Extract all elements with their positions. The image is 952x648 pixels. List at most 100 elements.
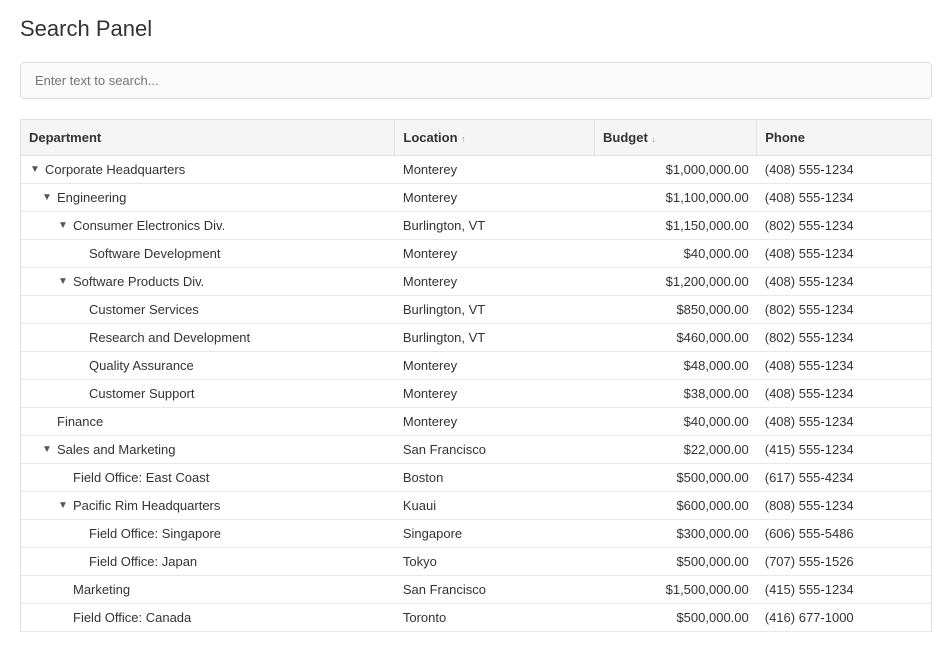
- tree-toggle-icon: [73, 248, 85, 260]
- column-header-budget[interactable]: Budget ↓: [595, 120, 757, 156]
- dept-cell: Software Development: [21, 240, 395, 268]
- location-cell: Toronto: [395, 604, 595, 632]
- budget-cell: $300,000.00: [595, 520, 757, 548]
- phone-cell: (408) 555-1234: [757, 352, 932, 380]
- dept-cell: Finance: [21, 408, 395, 436]
- table-row: Software DevelopmentMonterey$40,000.00(4…: [21, 240, 932, 268]
- budget-cell: $22,000.00: [595, 436, 757, 464]
- tree-toggle-icon[interactable]: ▼: [57, 276, 69, 288]
- budget-cell: $40,000.00: [595, 240, 757, 268]
- dept-cell: Field Office: Canada: [21, 604, 395, 632]
- table-row: Field Office: Singapore Singapore$300,000…: [21, 520, 932, 548]
- table-row: Field Office: Canada Toronto$500,000.00(4…: [21, 604, 932, 632]
- table-row: Finance Monterey$40,000.00(408) 555-1234: [21, 408, 932, 436]
- table-row: ▼Sales and MarketingSan Francisco$22,000…: [21, 436, 932, 464]
- location-cell: Burlington, VT: [395, 212, 595, 240]
- dept-name: Finance: [57, 414, 103, 429]
- budget-cell: $40,000.00: [595, 408, 757, 436]
- sort-desc-icon: ↓: [651, 134, 656, 144]
- location-cell: Tokyo: [395, 548, 595, 576]
- table-row: Quality AssuranceMonterey$48,000.00(408)…: [21, 352, 932, 380]
- table-row: Customer SupportMonterey$38,000.00(408) …: [21, 380, 932, 408]
- budget-cell: $48,000.00: [595, 352, 757, 380]
- phone-cell: (416) 677-1000: [757, 604, 932, 632]
- dept-name: Field Office: Canada: [73, 610, 191, 625]
- location-cell: Monterey: [395, 352, 595, 380]
- location-cell: Burlington, VT: [395, 324, 595, 352]
- phone-cell: (617) 555-4234: [757, 464, 932, 492]
- tree-toggle-icon: [73, 360, 85, 372]
- tree-toggle-icon: [57, 612, 69, 624]
- dept-cell: Field Office: Singapore: [21, 520, 395, 548]
- budget-cell: $500,000.00: [595, 604, 757, 632]
- phone-cell: (408) 555-1234: [757, 408, 932, 436]
- table-row: Research and Development Burlington, VT$4…: [21, 324, 932, 352]
- phone-cell: (408) 555-1234: [757, 240, 932, 268]
- dept-cell: Research and Development: [21, 324, 395, 352]
- dept-cell: Customer Support: [21, 380, 395, 408]
- phone-cell: (802) 555-1234: [757, 212, 932, 240]
- phone-cell: (606) 555-5486: [757, 520, 932, 548]
- dept-name: Field Office: Singapore: [89, 526, 221, 541]
- phone-cell: (415) 555-1234: [757, 576, 932, 604]
- table-row: ▼Pacific Rim HeadquartersKuaui$600,000.0…: [21, 492, 932, 520]
- dept-cell: ▼Software Products Div.: [21, 268, 395, 296]
- dept-name: Engineering: [57, 190, 126, 205]
- location-cell: Boston: [395, 464, 595, 492]
- dept-cell: ▼ Engineering: [21, 184, 395, 212]
- budget-cell: $1,150,000.00: [595, 212, 757, 240]
- tree-toggle-icon: [73, 556, 85, 568]
- budget-cell: $1,100,000.00: [595, 184, 757, 212]
- phone-cell: (408) 555-1234: [757, 268, 932, 296]
- search-input[interactable]: [20, 62, 932, 99]
- column-header-phone: Phone: [757, 120, 932, 156]
- tree-toggle-icon[interactable]: ▼: [57, 500, 69, 512]
- dept-name: Research and Development: [89, 330, 250, 345]
- tree-toggle-icon[interactable]: ▼: [41, 444, 53, 456]
- table-row: Marketing San Francisco$1,500,000.00(415)…: [21, 576, 932, 604]
- budget-cell: $460,000.00: [595, 324, 757, 352]
- tree-toggle-icon: [73, 332, 85, 344]
- budget-cell: $500,000.00: [595, 548, 757, 576]
- table-row: ▼Software Products Div.Monterey$1,200,00…: [21, 268, 932, 296]
- tree-toggle-icon[interactable]: ▼: [41, 192, 53, 204]
- table-header-row: Department Location ↑ Budget ↓ Phone: [21, 120, 932, 156]
- dept-cell: ▼ Pacific Rim Headquarters: [21, 492, 395, 520]
- location-cell: Monterey: [395, 184, 595, 212]
- table-row: ▼Corporate HeadquartersMonterey$1,000,00…: [21, 156, 932, 184]
- column-header-department: Department: [21, 120, 395, 156]
- budget-cell: $1,200,000.00: [595, 268, 757, 296]
- tree-toggle-icon[interactable]: ▼: [57, 220, 69, 232]
- budget-cell: $500,000.00: [595, 464, 757, 492]
- table-row: Customer ServicesBurlington, VT$850,000.…: [21, 296, 932, 324]
- location-cell: Monterey: [395, 408, 595, 436]
- dept-name: Customer Services: [89, 302, 199, 317]
- dept-cell: Customer Services: [21, 296, 395, 324]
- dept-name: Pacific Rim Headquarters: [73, 498, 220, 513]
- location-cell: Monterey: [395, 268, 595, 296]
- phone-cell: (415) 555-1234: [757, 436, 932, 464]
- table-row: ▼Consumer Electronics Div.Burlington, VT…: [21, 212, 932, 240]
- budget-cell: $1,500,000.00: [595, 576, 757, 604]
- phone-cell: (408) 555-1234: [757, 380, 932, 408]
- dept-cell: Field Office: East Coast: [21, 464, 395, 492]
- table-row: Field Office: JapanTokyo$500,000.00(707)…: [21, 548, 932, 576]
- location-cell: Monterey: [395, 380, 595, 408]
- phone-cell: (408) 555-1234: [757, 156, 932, 184]
- phone-cell: (808) 555-1234: [757, 492, 932, 520]
- location-cell: Singapore: [395, 520, 595, 548]
- dept-cell: Field Office: Japan: [21, 548, 395, 576]
- dept-cell: ▼ Corporate Headquarters: [21, 156, 395, 184]
- dept-name: Software Development: [89, 246, 221, 261]
- tree-toggle-icon[interactable]: ▼: [29, 164, 41, 176]
- location-cell: San Francisco: [395, 576, 595, 604]
- tree-toggle-icon: [73, 388, 85, 400]
- department-table: Department Location ↑ Budget ↓ Phone ▼Co…: [20, 119, 932, 632]
- tree-toggle-icon: [73, 304, 85, 316]
- dept-name: Corporate Headquarters: [45, 162, 185, 177]
- dept-name: Marketing: [73, 582, 130, 597]
- tree-toggle-icon: [57, 584, 69, 596]
- column-header-location[interactable]: Location ↑: [395, 120, 595, 156]
- budget-cell: $850,000.00: [595, 296, 757, 324]
- budget-cell: $1,000,000.00: [595, 156, 757, 184]
